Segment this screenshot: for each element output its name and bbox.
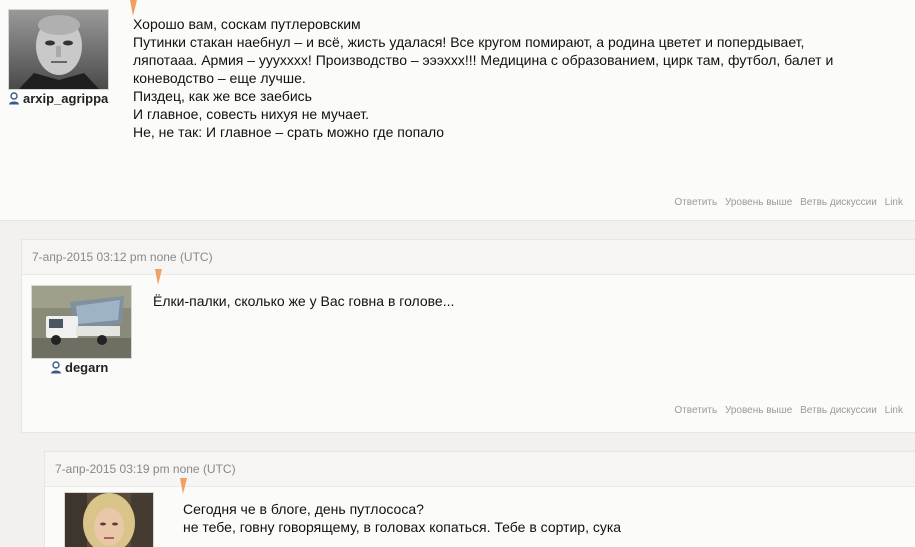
permalink[interactable]: Link [885,197,903,208]
comment-header: 7-апр-2015 03:19 pm none (UTC) [45,452,915,487]
comment-line: Хорошо вам, соскам путлеровским [133,16,361,32]
avatar[interactable] [64,492,154,547]
avatar[interactable] [31,285,132,359]
comment-line: ляпотааа. Армия – ууухххх! Производство … [133,52,834,68]
comment-line: коневодство – еще лучше. [133,70,306,86]
username-link[interactable]: degarn [50,360,108,375]
comment-text: Ёлки-палки, сколько же у Вас говна в гол… [153,292,454,310]
parent-link[interactable]: Уровень выше [725,197,792,208]
comment-line: Ёлки-палки, сколько же у Вас говна в гол… [153,293,455,309]
comment-text: Хорошо вам, соскам путлеровским Путинки … [133,15,833,141]
comment-timestamp[interactable]: 7-апр-2015 03:19 pm none (UTC) [55,462,236,476]
comment-line: Сегодня че в блоге, день путлососа? [183,501,424,517]
user-avatar-photo-blonde-icon [65,493,153,547]
username[interactable]: degarn [65,360,108,375]
comment-line: Не, не так: И главное – срать можно где … [133,124,445,140]
user-icon [51,361,61,374]
user-avatar-photo-portrait-icon [9,10,108,89]
comment-2: 7-апр-2015 03:12 pm none (UTC) degarn Ёл… [22,240,915,432]
speech-tail-icon [130,0,137,16]
comment-line: Путинки стакан наебнул – и всё, жисть уд… [133,34,805,50]
user-avatar-photo-truck-icon [32,286,131,358]
username-link[interactable]: arxip_agrippa [8,91,108,106]
thread-link[interactable]: Ветвь дискуссии [800,405,877,416]
comment-text: Сегодня че в блоге, день путлососа? не т… [183,500,621,536]
user-icon [9,92,19,105]
comment-1: arxip_agrippa Хорошо вам, соскам путлеро… [0,0,915,220]
username[interactable]: arxip_agrippa [23,91,108,106]
comments-page: arxip_agrippa Хорошо вам, соскам путлеро… [0,0,915,547]
speech-tail-icon [155,269,162,285]
comment-actions: Ответить Уровень выше Ветвь дискуссии Li… [669,197,903,208]
thread-link[interactable]: Ветвь дискуссии [800,197,877,208]
parent-link[interactable]: Уровень выше [725,405,792,416]
comment-line: И главное, совесть нихуя не мучает. [133,106,370,122]
comment-3: 7-апр-2015 03:19 pm none (UTC) Сегодня ч… [45,452,915,547]
speech-tail-icon [180,478,187,494]
comment-actions: Ответить Уровень выше Ветвь дискуссии Li… [669,405,903,416]
reply-link[interactable]: Ответить [674,197,717,208]
comment-timestamp[interactable]: 7-апр-2015 03:12 pm none (UTC) [32,250,213,264]
avatar[interactable] [8,9,109,90]
permalink[interactable]: Link [885,405,903,416]
comment-line: Пиздец, как же все заебись [133,88,312,104]
reply-link[interactable]: Ответить [674,405,717,416]
comment-line: не тебе, говну говорящему, в головах коп… [183,519,622,535]
